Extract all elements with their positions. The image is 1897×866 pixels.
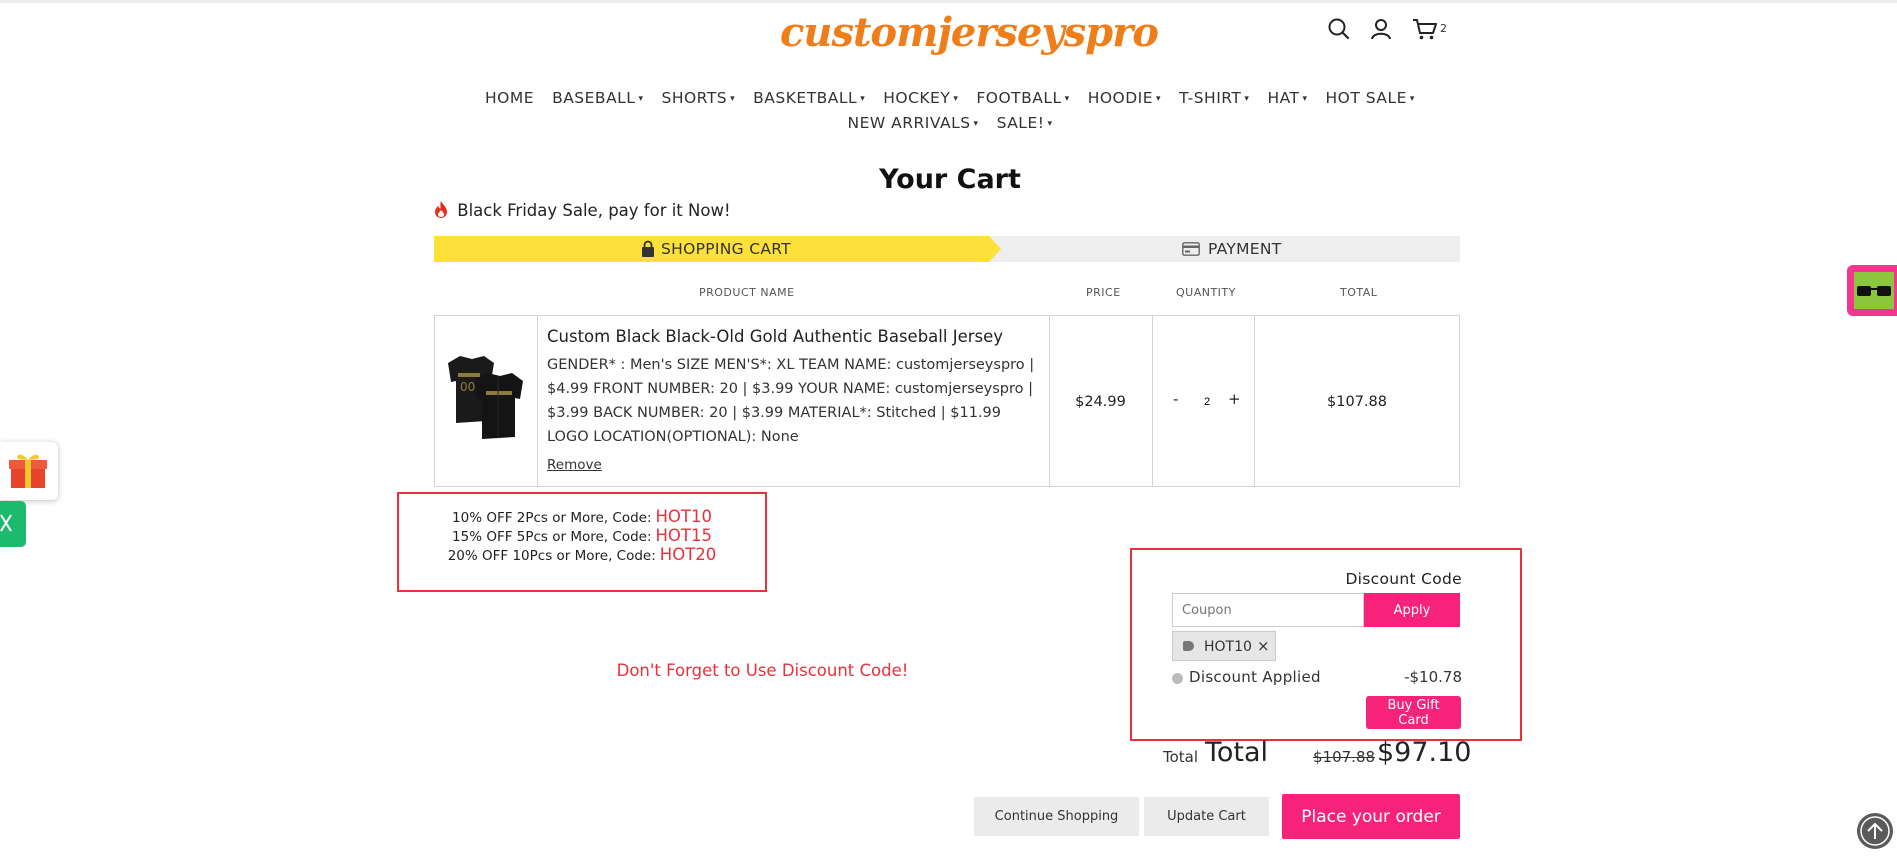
original-total: $107.88 xyxy=(1313,748,1376,766)
nav-item-hoodie[interactable]: HOODIE ▾ xyxy=(1088,89,1161,107)
code-value: HOT20 xyxy=(659,545,717,564)
product-options: GENDER* : Men's SIZE MEN'S*: XL TEAM NAM… xyxy=(547,357,1035,445)
nav-item-baseball[interactable]: BASEBALL ▾ xyxy=(552,89,643,107)
item-total: $107.88 xyxy=(1327,394,1387,410)
apply-button[interactable]: Apply xyxy=(1364,593,1460,627)
search-icon[interactable] xyxy=(1326,16,1352,42)
card-icon xyxy=(1182,236,1200,262)
header-price: PRICE xyxy=(1086,286,1121,299)
discount-title: Discount Code xyxy=(1345,570,1462,588)
back-to-top-button[interactable] xyxy=(1857,813,1893,849)
nav-item-hat[interactable]: HAT ▾ xyxy=(1267,89,1307,107)
update-cart-button[interactable]: Update Cart xyxy=(1144,797,1269,836)
final-total: $97.10 xyxy=(1377,737,1472,768)
code-line: 10% OFF 2Pcs or More, Code: HOT10 xyxy=(452,507,712,526)
checkout-steps: SHOPPING CART PAYMENT xyxy=(434,236,1460,262)
chevron-down-icon: ▾ xyxy=(1047,119,1053,129)
total-label-small: Total xyxy=(1163,748,1199,766)
promo-banner: Black Friday Sale, pay for it Now! xyxy=(434,201,731,220)
nav-item-new-arrivals[interactable]: NEW ARRIVALS ▾ xyxy=(848,114,979,132)
discount-applied-amount: -$10.78 xyxy=(1404,668,1462,686)
cart-count-badge: 2 xyxy=(1440,22,1447,35)
account-icon[interactable] xyxy=(1368,16,1394,42)
total-label-large: Total xyxy=(1205,737,1269,768)
step-payment-label: PAYMENT xyxy=(1208,240,1282,258)
svg-text:00: 00 xyxy=(460,380,475,394)
discount-panel: Discount Code Apply HOT10 × Discount App… xyxy=(1130,548,1522,741)
header-quantity: QUANTITY xyxy=(1176,286,1236,299)
chevron-down-icon: ▾ xyxy=(973,119,979,129)
header-product-name: PRODUCT NAME xyxy=(699,286,795,299)
nav-item-home[interactable]: HOME xyxy=(485,89,534,107)
nav-item-hot-sale[interactable]: HOT SALE ▾ xyxy=(1326,89,1415,107)
chevron-down-icon: ▾ xyxy=(860,94,866,104)
gift-icon xyxy=(9,454,47,488)
code-line: 15% OFF 5Pcs or More, Code: HOT15 xyxy=(452,526,712,545)
back-to-top-icon xyxy=(1860,816,1890,846)
accessibility-widget[interactable] xyxy=(1847,265,1897,316)
discount-reminder: Don't Forget to Use Discount Code! xyxy=(616,661,909,680)
chevron-down-icon: ▾ xyxy=(953,94,959,104)
nav-item-basketball[interactable]: BASKETBALL ▾ xyxy=(753,89,865,107)
item-price: $24.99 xyxy=(1075,394,1126,410)
discount-applied-label: Discount Applied xyxy=(1189,668,1321,686)
nav-item-football[interactable]: FOOTBALL ▾ xyxy=(976,89,1069,107)
flame-icon xyxy=(434,201,453,220)
remove-code-button[interactable]: × xyxy=(1257,632,1270,660)
chevron-down-icon: ▾ xyxy=(730,94,736,104)
chevron-down-icon: ▾ xyxy=(1409,94,1415,104)
discount-icon xyxy=(1172,673,1183,684)
nav-item-hockey[interactable]: HOCKEY ▾ xyxy=(883,89,958,107)
place-order-button[interactable]: Place your order xyxy=(1282,794,1460,839)
side-widget-green[interactable] xyxy=(0,501,26,547)
chevron-down-icon: ▾ xyxy=(1302,94,1308,104)
step-arrow xyxy=(989,236,1001,262)
nav-item-shorts[interactable]: SHORTS ▾ xyxy=(661,89,735,107)
page-title: Your Cart xyxy=(879,164,1021,195)
step-shopping-cart-label: SHOPPING CART xyxy=(661,240,791,258)
lock-icon xyxy=(641,236,655,262)
main-nav-row-1: HOME BASEBALL ▾ SHORTS ▾ BASKETBALL ▾ HOCKEY ▾ FO… xyxy=(440,89,1460,107)
product-image[interactable]: 00 xyxy=(442,351,528,443)
code-line: 20% OFF 10Pcs or More, Code: HOT20 xyxy=(447,545,717,564)
quantity-input[interactable] xyxy=(1199,396,1215,408)
chevron-down-icon: ▾ xyxy=(1156,94,1162,104)
remove-link[interactable]: Remove xyxy=(547,457,602,473)
promo-text: Black Friday Sale, pay for it Now! xyxy=(457,201,731,220)
discount-codes-info: 10% OFF 2Pcs or More, Code: HOT10 15% OFF… xyxy=(397,492,767,592)
applied-code-label: HOT10 xyxy=(1204,639,1252,655)
site-logo[interactable]: customjerseyspro xyxy=(780,2,1159,64)
chevron-down-icon: ▾ xyxy=(638,94,644,104)
gift-widget[interactable] xyxy=(0,442,58,500)
code-value: HOT10 xyxy=(655,507,712,526)
header-total: TOTAL xyxy=(1340,286,1378,299)
buy-gift-card-button[interactable]: Buy Gift Card xyxy=(1366,696,1461,729)
tag-icon xyxy=(1183,641,1194,651)
coupon-input[interactable] xyxy=(1172,593,1364,627)
chevron-down-icon: ▾ xyxy=(1064,94,1070,104)
nav-item-sale[interactable]: SALE! ▾ xyxy=(997,114,1053,132)
glasses-icon xyxy=(1854,272,1894,309)
continue-shopping-button[interactable]: Continue Shopping xyxy=(974,797,1139,836)
quantity-decrease-button[interactable]: - xyxy=(1173,390,1178,408)
main-nav-row-2: NEW ARRIVALS ▾ SALE! ▾ xyxy=(440,114,1460,132)
cart-icon[interactable] xyxy=(1411,16,1439,42)
applied-code-tag: HOT10 × xyxy=(1172,631,1276,661)
product-name[interactable]: Custom Black Black-Old Gold Authentic Ba… xyxy=(547,327,1003,346)
chevron-down-icon: ▾ xyxy=(1244,94,1250,104)
nav-item-tshirt[interactable]: T-SHIRT ▾ xyxy=(1179,89,1249,107)
quantity-increase-button[interactable]: + xyxy=(1228,390,1241,408)
step-shopping-cart: SHOPPING CART xyxy=(434,236,989,262)
table-row: 00 Custom Black Black-Old Gold Authentic… xyxy=(434,315,1460,487)
code-value: HOT15 xyxy=(655,526,712,545)
column-divider xyxy=(537,316,538,486)
column-divider xyxy=(1152,316,1153,486)
